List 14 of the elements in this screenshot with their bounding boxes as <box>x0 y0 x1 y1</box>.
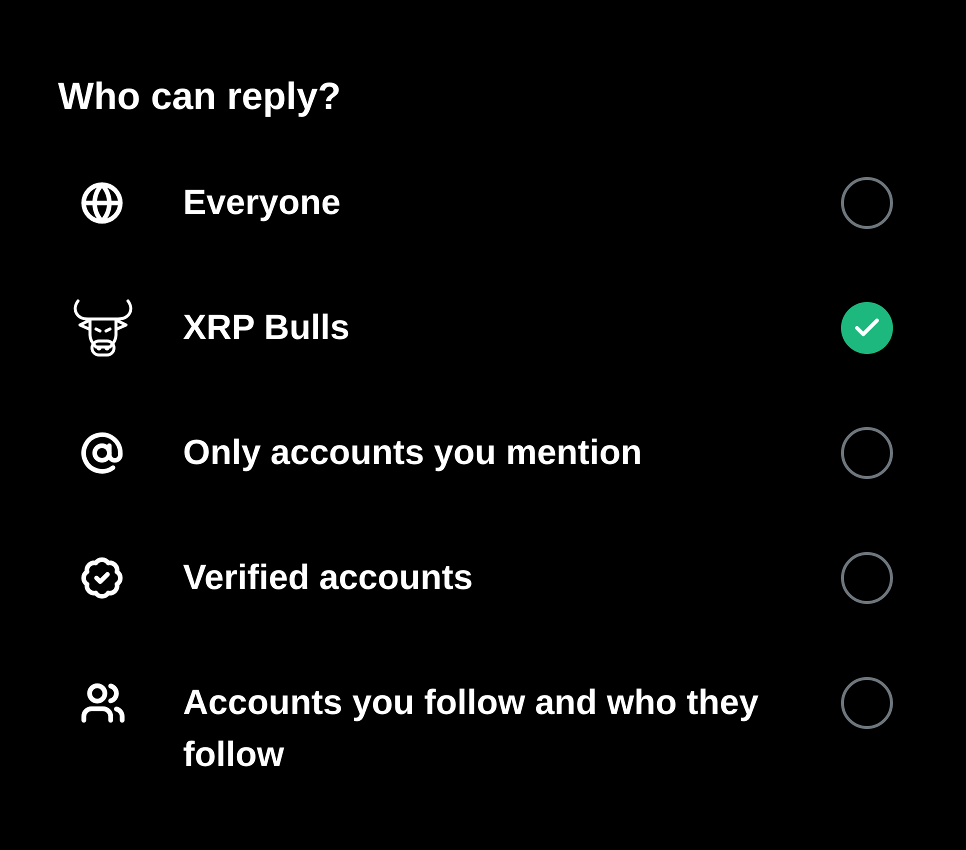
radio-button[interactable] <box>841 302 893 354</box>
globe-icon <box>80 181 124 225</box>
radio-button[interactable] <box>841 427 893 479</box>
option-label[interactable]: Only accounts you mention <box>183 427 783 479</box>
option-label[interactable]: Verified accounts <box>183 552 783 604</box>
badge-check-icon <box>80 556 124 600</box>
at-sign-icon <box>80 431 124 475</box>
option-label[interactable]: Everyone <box>183 177 783 229</box>
radio-button[interactable] <box>841 677 893 729</box>
radio-button[interactable] <box>841 552 893 604</box>
dialog-title: Who can reply? <box>58 75 342 120</box>
option-label[interactable]: XRP Bulls <box>183 302 783 354</box>
option-label[interactable]: Accounts you follow and who they follow <box>183 677 783 781</box>
radio-button[interactable] <box>841 177 893 229</box>
